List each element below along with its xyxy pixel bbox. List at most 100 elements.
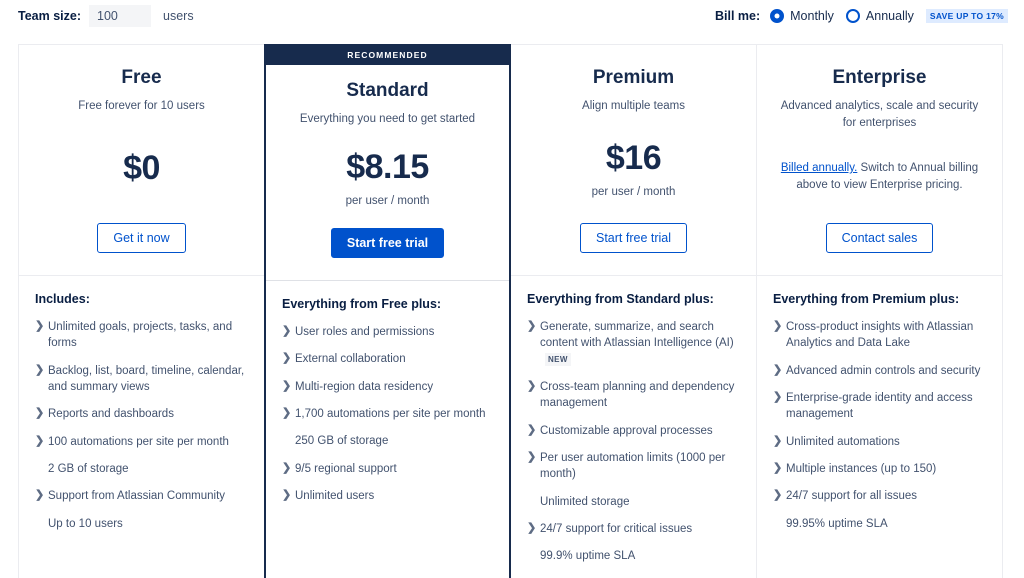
feature-text-wrap: Unlimited storage bbox=[540, 494, 742, 510]
feature-item: 2 GB of storage bbox=[35, 461, 250, 477]
team-size-unit-label: users bbox=[163, 9, 194, 23]
save-discount-badge: SAVE UP TO 17% bbox=[925, 9, 1008, 23]
feature-spacer bbox=[35, 461, 48, 477]
chevron-right-icon: ❯ bbox=[527, 379, 537, 392]
feature-label: User roles and permissions bbox=[295, 326, 435, 338]
feature-item: 250 GB of storage bbox=[282, 433, 495, 449]
feature-label: 1,700 automations per site per month bbox=[295, 407, 486, 420]
feature-text-wrap: Backlog, list, board, timeline, calendar… bbox=[48, 363, 250, 396]
plan-tagline: Advanced analytics, scale and security f… bbox=[780, 100, 979, 129]
plan-price: $8.15 bbox=[346, 148, 429, 187]
feature-label: 100 automations per site per month bbox=[48, 435, 229, 448]
bill-me-label: Bill me: bbox=[714, 9, 761, 23]
plan-price: $16 bbox=[605, 139, 662, 178]
team-size-input[interactable] bbox=[89, 5, 151, 27]
feature-item: ❯ External collaboration bbox=[282, 351, 495, 367]
feature-item: 99.95% uptime SLA bbox=[773, 516, 988, 532]
radio-monthly-label: Monthly bbox=[790, 9, 834, 23]
feature-item: ❯ Generate, summarize, and search content… bbox=[527, 319, 742, 368]
feature-text-wrap: 9/5 regional support bbox=[295, 461, 495, 477]
chevron-right-icon: ❯ bbox=[35, 434, 45, 447]
feature-text-wrap: Generate, summarize, and search content … bbox=[540, 319, 742, 368]
feature-label: Cross-product insights with Atlassian An… bbox=[786, 321, 974, 350]
chevron-right-icon: ❯ bbox=[527, 320, 537, 332]
feature-spacer bbox=[773, 516, 786, 532]
feature-text-wrap: Per user automation limits (1000 per mon… bbox=[540, 450, 742, 483]
feature-text-wrap: Cross-team planning and dependency manag… bbox=[540, 379, 742, 412]
price-block: $0 bbox=[123, 149, 160, 188]
feature-spacer bbox=[35, 516, 48, 532]
radio-option-monthly[interactable]: Monthly bbox=[770, 9, 834, 23]
feature-text-wrap: 2 GB of storage bbox=[48, 461, 250, 477]
cta-button-standard[interactable]: Start free trial bbox=[330, 227, 445, 258]
chevron-right-icon: ❯ bbox=[35, 407, 45, 420]
pricing-card-enterprise: Enterprise Advanced analytics, scale and … bbox=[756, 44, 1003, 578]
feature-item: ❯ Multiple instances (up to 150) bbox=[773, 461, 988, 477]
cta-wrapper: Contact sales bbox=[825, 223, 934, 275]
feature-spacer bbox=[527, 548, 540, 564]
feature-item: ❯ 100 automations per site per month bbox=[35, 434, 250, 450]
feature-label: Multiple instances (up to 150) bbox=[786, 462, 937, 475]
radio-monthly-icon[interactable] bbox=[770, 9, 785, 23]
feature-label: Unlimited storage bbox=[540, 495, 630, 508]
feature-label: 24/7 support for critical issues bbox=[540, 522, 693, 535]
chevron-right-icon: ❯ bbox=[527, 423, 537, 436]
plan-price-unit: per user / month bbox=[345, 195, 430, 208]
card-header: Standard Everything you need to get start… bbox=[266, 65, 509, 280]
price-block: $16 per user / month bbox=[592, 139, 676, 198]
chevron-right-icon: ❯ bbox=[282, 488, 292, 501]
feature-item: ❯ 9/5 regional support bbox=[282, 461, 495, 477]
plan-name: Premium bbox=[592, 67, 675, 88]
feature-text-wrap: 24/7 support for critical issues bbox=[540, 521, 742, 537]
chevron-right-icon: ❯ bbox=[35, 363, 45, 376]
chevron-right-icon: ❯ bbox=[282, 461, 292, 474]
feature-text-wrap: Advanced admin controls and security bbox=[786, 363, 988, 379]
pricing-card-free: Free Free forever for 10 users $0 Get it no… bbox=[18, 44, 265, 578]
feature-label: Advanced admin controls and security bbox=[786, 364, 981, 377]
feature-label: Per user automation limits (1000 per mon… bbox=[540, 451, 726, 481]
feature-item: Up to 10 users bbox=[35, 516, 250, 532]
radio-annually-icon[interactable] bbox=[845, 9, 860, 23]
feature-item: ❯ Unlimited automations bbox=[773, 434, 988, 450]
chevron-right-icon: ❯ bbox=[773, 489, 783, 502]
plan-tagline: Align multiple teams bbox=[582, 100, 685, 112]
feature-item: ❯ Backlog, list, board, timeline, calenda… bbox=[35, 363, 250, 396]
cta-button-enterprise[interactable]: Contact sales bbox=[825, 223, 934, 253]
feature-text-wrap: Up to 10 users bbox=[48, 516, 250, 532]
billed-annually-link[interactable]: Billed annually. bbox=[781, 162, 858, 174]
cta-wrapper: Get it now bbox=[97, 222, 186, 275]
feature-text-wrap: External collaboration bbox=[295, 351, 495, 367]
feature-text-wrap: 99.9% uptime SLA bbox=[540, 548, 742, 564]
cta-button-premium[interactable]: Start free trial bbox=[579, 222, 688, 253]
feature-item: ❯ Customizable approval processes bbox=[527, 423, 742, 439]
includes-title: Everything from Standard plus: bbox=[527, 292, 714, 306]
feature-label: 9/5 regional support bbox=[295, 462, 397, 475]
radio-option-annually[interactable]: Annually bbox=[845, 9, 914, 23]
feature-label: Generate, summarize, and search content … bbox=[540, 321, 734, 350]
feature-text-wrap: Unlimited goals, projects, tasks, and fo… bbox=[48, 319, 250, 352]
plan-name: Enterprise bbox=[832, 67, 927, 88]
feature-item: ❯ Reports and dashboards bbox=[35, 406, 250, 422]
feature-label: Cross-team planning and dependency manag… bbox=[540, 380, 735, 410]
pricing-card-premium: Premium Align multiple teams $16 per user /… bbox=[510, 44, 757, 578]
feature-label: 24/7 support for all issues bbox=[786, 490, 918, 503]
feature-label: Support from Atlassian Community bbox=[48, 490, 226, 503]
feature-text-wrap: Unlimited automations bbox=[786, 434, 988, 450]
chevron-right-icon: ❯ bbox=[773, 434, 783, 447]
feature-label: Multi-region data residency bbox=[295, 380, 434, 393]
enterprise-billing-note: Billed annually. Switch to Annual billin… bbox=[772, 160, 987, 195]
cta-button-free[interactable]: Get it now bbox=[97, 222, 186, 253]
cta-wrapper: Start free trial bbox=[330, 227, 445, 280]
feature-label: Customizable approval processes bbox=[540, 424, 713, 437]
card-feature-section: Everything from Premium plus: ❯ Cross-prod… bbox=[757, 276, 1002, 578]
feature-item: ❯ Cross-product insights with Atlassian A… bbox=[773, 319, 988, 352]
feature-text-wrap: Reports and dashboards bbox=[48, 406, 250, 422]
feature-item: ❯ 1,700 automations per site per month bbox=[282, 406, 495, 422]
feature-label: 250 GB of storage bbox=[295, 435, 389, 448]
pricing-card-standard: RECOMMENDED Standard Everything you need t… bbox=[264, 44, 511, 578]
feature-label: Unlimited users bbox=[295, 489, 375, 502]
includes-title: Everything from Premium plus: bbox=[773, 292, 960, 306]
includes-title: Everything from Free plus: bbox=[282, 297, 442, 311]
feature-item: ❯ Per user automation limits (1000 per mo… bbox=[527, 450, 742, 483]
feature-label: Up to 10 users bbox=[48, 517, 123, 530]
